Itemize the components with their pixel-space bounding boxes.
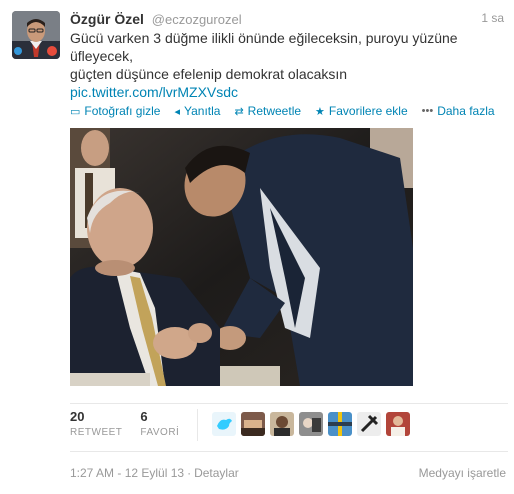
hide-photo-button[interactable]: ▭ Fotoğrafı gizle (70, 104, 160, 118)
stats-divider-bottom (70, 451, 508, 452)
favorite-label: Favorilere ekle (328, 104, 408, 118)
retweet-count-value: 20 (70, 409, 85, 424)
tweet: Özgür Özel @eczozgurozel 1 sa Gücü varke… (0, 0, 514, 494)
photo-image (70, 128, 413, 386)
reply-button[interactable]: ◂ Yanıtla (174, 104, 220, 118)
retweeter-avatar[interactable] (357, 412, 382, 436)
retweeter-avatar[interactable] (386, 412, 411, 436)
tweet-stats: 20 RETWEET 6 FAVORİ (70, 409, 415, 441)
more-button[interactable]: ••• Daha fazla (422, 104, 495, 118)
retweeter-avatar[interactable] (270, 412, 295, 436)
tweet-header: Özgür Özel @eczozgurozel 1 sa (70, 11, 506, 29)
reply-label: Yanıtla (183, 104, 221, 118)
tweet-text-line: üfleyecek, (70, 48, 134, 64)
favorite-count-value: 6 (140, 409, 148, 424)
stats-separator (197, 409, 199, 441)
tweet-timestamp[interactable]: 1:27 AM - 12 Eylül 13 (70, 466, 184, 480)
stats-divider-top (70, 403, 508, 404)
retweet-count[interactable]: 20 RETWEET (70, 409, 122, 438)
more-label: Daha fazla (437, 104, 495, 118)
retweet-count-label: RETWEET (70, 427, 123, 438)
retweeter-avatar[interactable] (212, 412, 237, 436)
tweet-actions: ▭ Fotoğrafı gizle ◂ Yanıtla ⇄ Retweetle … (70, 104, 509, 118)
star-icon: ★ (315, 105, 325, 118)
retweeter-avatars (212, 412, 415, 436)
tweet-text-line: Gücü varken 3 düğme ilikli önünde eğilec… (70, 30, 458, 46)
favorite-count-label: FAVORİ (140, 427, 180, 438)
flag-media-link[interactable]: Medyayı işaretle (419, 466, 506, 480)
tweet-text: Gücü varken 3 düğme ilikli önünde eğilec… (70, 29, 490, 101)
favorite-count[interactable]: 6 FAVORİ (140, 409, 179, 438)
reply-icon: ◂ (174, 105, 180, 118)
more-dots-icon: ••• (421, 105, 434, 117)
tweet-time[interactable]: 1 sa (481, 11, 504, 25)
retweet-button[interactable]: ⇄ Retweetle (234, 104, 301, 118)
hide-photo-label: Fotoğrafı gizle (84, 104, 161, 118)
retweet-icon: ⇄ (234, 105, 244, 118)
author-name[interactable]: Özgür Özel (70, 11, 144, 27)
retweet-label: Retweetle (247, 104, 302, 118)
tweet-photo-link[interactable]: pic.twitter.com/lvrMZXVsdc (70, 84, 238, 100)
author-avatar[interactable] (12, 11, 60, 59)
favorite-button[interactable]: ★ Favorilere ekle (315, 104, 408, 118)
tweet-photo[interactable] (70, 128, 413, 386)
photo-icon: ▭ (70, 105, 81, 118)
retweeter-avatar[interactable] (328, 412, 353, 436)
retweeter-avatar[interactable] (241, 412, 266, 436)
retweeter-avatar[interactable] (299, 412, 324, 436)
author-handle[interactable]: @eczozgurozel (152, 12, 242, 27)
tweet-footer: 1:27 AM - 12 Eylül 13 · Detaylar (70, 466, 239, 480)
tweet-text-line: güçten düşünce efelenip demokrat olacaks… (70, 66, 348, 82)
details-link[interactable]: Detaylar (194, 466, 239, 480)
